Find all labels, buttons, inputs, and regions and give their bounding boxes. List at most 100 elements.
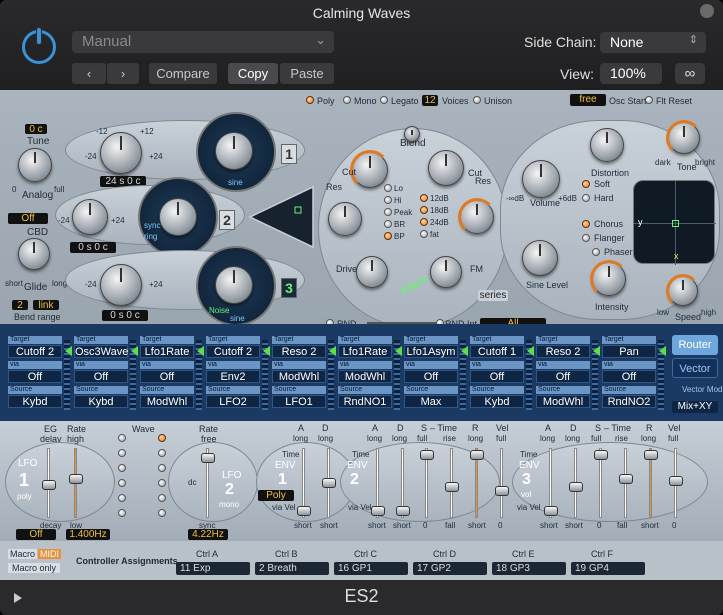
12db-led[interactable]: [420, 194, 428, 202]
intensity-arrow-icon[interactable]: [527, 346, 534, 356]
intensity-arrow-icon[interactable]: [659, 346, 666, 356]
paste-button[interactable]: Paste: [280, 63, 334, 84]
intensity-arrow-icon[interactable]: [461, 346, 468, 356]
intensity-arrow-icon[interactable]: [65, 346, 72, 356]
chorus-led[interactable]: [582, 220, 590, 228]
env2-sustain-fader[interactable]: [420, 450, 434, 460]
midi-tab[interactable]: MIDI: [38, 549, 61, 559]
controller-assignment-select[interactable]: 2 Breath: [255, 562, 329, 575]
osc3-tune-value[interactable]: 0 s 0 c: [102, 310, 148, 321]
macro-tab[interactable]: Macro: [8, 549, 38, 559]
router-source-value[interactable]: ModWhl: [140, 395, 194, 408]
intensity-arrow-icon[interactable]: [593, 346, 600, 356]
tune-value[interactable]: 0 c: [25, 124, 47, 135]
xy-pad-cursor[interactable]: [672, 220, 679, 227]
volume-knob[interactable]: [522, 160, 560, 198]
router-target-value[interactable]: Cutoff 2: [8, 345, 62, 358]
osc3-wave-knob[interactable]: [215, 266, 253, 304]
env2-release-fader[interactable]: [470, 450, 484, 460]
lo-led[interactable]: [384, 184, 392, 192]
soft-led[interactable]: [582, 180, 590, 188]
router-via-value[interactable]: ModWhl: [338, 370, 392, 383]
router-via-value[interactable]: Off: [140, 370, 194, 383]
env2-attack-fader[interactable]: [371, 506, 385, 516]
router-target-value[interactable]: Pan: [602, 345, 656, 358]
hi-led[interactable]: [384, 196, 392, 204]
distortion-knob[interactable]: [590, 128, 624, 162]
filter2-fm-knob[interactable]: [430, 256, 462, 288]
controller-assignment-select[interactable]: 19 GP4: [571, 562, 645, 575]
lfo1-eg-fader[interactable]: [42, 480, 56, 490]
phaser-led[interactable]: [592, 248, 600, 256]
lfo1-wave-sine-led[interactable]: [118, 434, 126, 442]
vector-button[interactable]: Vector: [672, 358, 718, 378]
router-target-value[interactable]: Cutoff 1: [470, 345, 524, 358]
router-source-value[interactable]: Kybd: [8, 395, 62, 408]
osc-start-select[interactable]: free: [570, 94, 606, 106]
view-zoom-select[interactable]: 100%: [600, 63, 662, 84]
controller-assignment-select[interactable]: 18 GP3: [492, 562, 566, 575]
link-icon[interactable]: ∞: [675, 63, 705, 84]
lfo2-wave-square-led[interactable]: [158, 479, 166, 487]
env1-decay-fader[interactable]: [322, 478, 336, 488]
router-button[interactable]: Router: [672, 335, 718, 355]
intensity-arrow-icon[interactable]: [131, 346, 138, 356]
router-target-value[interactable]: Lfo1Asym: [404, 345, 458, 358]
analog-knob[interactable]: [18, 148, 52, 182]
br-led[interactable]: [384, 220, 392, 228]
controller-assignment-select[interactable]: 16 GP1: [334, 562, 408, 575]
router-via-value[interactable]: Off: [536, 370, 590, 383]
vector-xy-pad[interactable]: y x: [633, 180, 716, 265]
router-via-value[interactable]: Off: [470, 370, 524, 383]
router-source-value[interactable]: Max: [404, 395, 458, 408]
osc1-wave-knob[interactable]: [215, 132, 253, 170]
filter2-cutoff-knob[interactable]: [428, 150, 464, 186]
lfo2-wave-smooth-led[interactable]: [158, 509, 166, 517]
env1-mode-select[interactable]: Poly: [258, 490, 294, 501]
lfo-wave-selector[interactable]: [118, 434, 166, 524]
18db-led[interactable]: [420, 206, 428, 214]
hard-led[interactable]: [582, 194, 590, 202]
env2-vel-fader[interactable]: [495, 486, 509, 496]
router-via-value[interactable]: Env2: [206, 370, 260, 383]
osc3-frequency-knob[interactable]: [100, 264, 142, 306]
osc3-on-button[interactable]: 3: [281, 278, 297, 298]
router-target-value[interactable]: Cutoff 2: [206, 345, 260, 358]
router-target-value[interactable]: Lfo1Rate: [338, 345, 392, 358]
sine-level-knob[interactable]: [522, 240, 558, 276]
osc1-on-button[interactable]: 1: [281, 144, 297, 164]
flanger-led[interactable]: [582, 234, 590, 242]
env3-sustain-fader[interactable]: [594, 450, 608, 460]
lfo2-wave-random-led[interactable]: [158, 494, 166, 502]
cbd-select[interactable]: Off: [8, 213, 48, 224]
lfo2-rate-value[interactable]: 4.22Hz: [188, 529, 228, 540]
env3-release-fader[interactable]: [644, 450, 658, 460]
intensity-arrow-icon[interactable]: [329, 346, 336, 356]
lfo1-wave-random-led[interactable]: [118, 494, 126, 502]
lfo2-wave-saw-led[interactable]: [158, 464, 166, 472]
previous-preset-button[interactable]: ‹: [72, 63, 106, 84]
env3-vel-fader[interactable]: [669, 476, 683, 486]
lfo1-eg-value[interactable]: Off: [16, 529, 56, 540]
24db-led[interactable]: [420, 218, 428, 226]
lfo1-wave-square-led[interactable]: [118, 479, 126, 487]
router-via-value[interactable]: Off: [404, 370, 458, 383]
controller-assignment-select[interactable]: 17 GP2: [413, 562, 487, 575]
filter-blend-knob[interactable]: [404, 126, 420, 142]
mono-led[interactable]: [343, 96, 351, 104]
intensity-arrow-icon[interactable]: [263, 346, 270, 356]
router-via-value[interactable]: ModWhl: [272, 370, 326, 383]
intensity-arrow-icon[interactable]: [395, 346, 402, 356]
flt-reset-led[interactable]: [645, 96, 653, 104]
lfo1-wave-tri-led[interactable]: [118, 449, 126, 457]
osc2-wave-knob[interactable]: [159, 198, 197, 236]
lfo1-rate-value[interactable]: 1.400Hz: [66, 529, 110, 540]
osc1-frequency-knob[interactable]: [100, 132, 142, 174]
vector-mode-select[interactable]: Mix+XY: [672, 401, 718, 413]
filter1-resonance-knob[interactable]: [328, 202, 362, 236]
compare-button[interactable]: Compare: [149, 63, 217, 84]
glide-knob[interactable]: [18, 238, 50, 270]
osc2-on-button[interactable]: 2: [219, 210, 235, 230]
power-button[interactable]: [22, 27, 56, 64]
lfo2-rate-fader[interactable]: [201, 453, 215, 463]
